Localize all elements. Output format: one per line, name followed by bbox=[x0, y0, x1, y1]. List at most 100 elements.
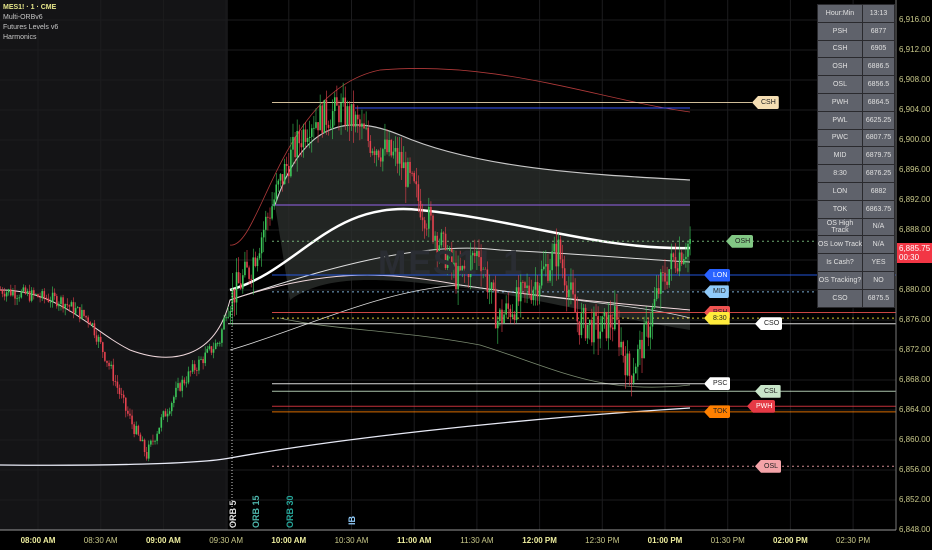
level-tag-pwh[interactable]: PWH bbox=[747, 399, 776, 413]
indicator-futures-levels[interactable]: Futures Levels v6 bbox=[3, 23, 58, 33]
candle-body bbox=[124, 397, 127, 411]
table-value: 6877 bbox=[862, 21, 895, 41]
candle-body bbox=[651, 307, 654, 327]
candle-body bbox=[227, 316, 229, 318]
candle-body bbox=[175, 387, 177, 398]
candle-body bbox=[576, 311, 579, 322]
candle-body bbox=[237, 272, 240, 284]
y-tick-label: 6,916.00 bbox=[899, 15, 931, 24]
x-tick-label: 08:30 AM bbox=[83, 536, 118, 545]
candle-body bbox=[14, 291, 16, 299]
table-value: 6905 bbox=[862, 39, 895, 59]
indicator-multi-orb[interactable]: Multi-ORBv6 bbox=[3, 13, 58, 23]
candle-body bbox=[676, 268, 679, 272]
y-tick-label: 6,872.00 bbox=[899, 345, 931, 354]
candle-body bbox=[112, 364, 115, 382]
x-tick-label: 11:00 AM bbox=[396, 536, 432, 545]
candle-body bbox=[210, 346, 213, 353]
candle-body bbox=[568, 289, 570, 298]
candle-body bbox=[193, 364, 196, 371]
candle-body bbox=[683, 258, 685, 264]
table-row: PWC 6807.75 bbox=[817, 128, 895, 148]
candle-body bbox=[660, 272, 662, 294]
candle-body bbox=[131, 415, 133, 425]
table-value: NO bbox=[862, 270, 895, 290]
candle-body bbox=[294, 136, 296, 158]
candle-body bbox=[616, 306, 618, 320]
candle-body bbox=[43, 291, 46, 298]
candle-body bbox=[275, 184, 278, 200]
candle-body bbox=[549, 270, 551, 281]
indicator-harmonics[interactable]: Harmonics bbox=[3, 33, 58, 43]
candle-body bbox=[354, 114, 357, 127]
candle-body bbox=[666, 281, 668, 285]
current-price-label: 6,885.75 00:30 bbox=[897, 243, 932, 263]
candle-body bbox=[127, 410, 129, 414]
candle-body bbox=[547, 264, 549, 281]
candle-body bbox=[584, 307, 587, 339]
candle-body bbox=[204, 352, 206, 364]
candle-body bbox=[394, 148, 397, 152]
candle-body bbox=[657, 288, 660, 294]
table-row: OS High Track N/A bbox=[817, 217, 895, 237]
candle-body bbox=[179, 383, 181, 391]
candle-body bbox=[60, 297, 62, 304]
candle-body bbox=[49, 301, 52, 303]
x-tick-label: 02:00 PM bbox=[773, 536, 808, 545]
candle-body bbox=[430, 207, 432, 216]
candle-body bbox=[340, 102, 342, 123]
y-tick-label: 6,880.00 bbox=[899, 285, 931, 294]
table-value: 6882 bbox=[862, 181, 895, 201]
candle-body bbox=[252, 257, 255, 280]
x-tick-label: 10:00 AM bbox=[271, 536, 307, 545]
candle-body bbox=[108, 362, 110, 367]
candle-body bbox=[68, 305, 71, 307]
candle-body bbox=[37, 294, 39, 298]
candle-body bbox=[229, 311, 232, 317]
table-value: 6875.5 bbox=[862, 288, 895, 308]
candle-body bbox=[624, 355, 627, 376]
candle-body bbox=[637, 349, 639, 367]
candle-body bbox=[315, 122, 317, 128]
candle-body bbox=[574, 294, 576, 312]
candle-body bbox=[168, 411, 171, 414]
candle-body bbox=[223, 318, 225, 330]
lower-green-curve bbox=[279, 317, 691, 388]
candle-body bbox=[386, 139, 388, 153]
y-tick-label: 6,856.00 bbox=[899, 465, 931, 474]
candle-body bbox=[242, 275, 244, 289]
candle-body bbox=[503, 314, 505, 324]
candle-body bbox=[348, 106, 351, 126]
candle-body bbox=[244, 261, 246, 276]
candle-body bbox=[156, 433, 158, 441]
candle-body bbox=[628, 353, 631, 376]
candle-body bbox=[122, 394, 125, 398]
candle-body bbox=[405, 162, 407, 187]
candle-body bbox=[74, 308, 77, 314]
candle-body bbox=[645, 321, 647, 325]
candle-body bbox=[28, 291, 31, 301]
table-row: Hour:Min 13:13 bbox=[817, 4, 895, 23]
candle-body bbox=[133, 424, 135, 435]
candle-body bbox=[352, 104, 355, 127]
candle-body bbox=[390, 139, 393, 156]
candle-body bbox=[632, 373, 635, 383]
y-tick-label: 6,912.00 bbox=[899, 45, 931, 54]
candle-body bbox=[342, 97, 344, 103]
candle-body bbox=[559, 239, 562, 260]
candle-body bbox=[538, 285, 541, 297]
candle-body bbox=[499, 309, 501, 321]
orb15-label: ORB 15 bbox=[251, 495, 261, 528]
candle-body bbox=[166, 413, 169, 417]
table-row: LON 6882 bbox=[817, 181, 895, 201]
candle-body bbox=[655, 288, 658, 300]
symbol-title[interactable]: MES1! · 1 · CME bbox=[3, 3, 58, 13]
table-key: OSL bbox=[817, 75, 863, 94]
candle-body bbox=[662, 272, 664, 274]
candle-body bbox=[137, 425, 140, 435]
table-value: 6879.75 bbox=[862, 146, 895, 166]
candle-body bbox=[494, 288, 497, 329]
candle-body bbox=[70, 302, 73, 307]
candle-body bbox=[225, 317, 227, 319]
candle-body bbox=[411, 172, 413, 174]
